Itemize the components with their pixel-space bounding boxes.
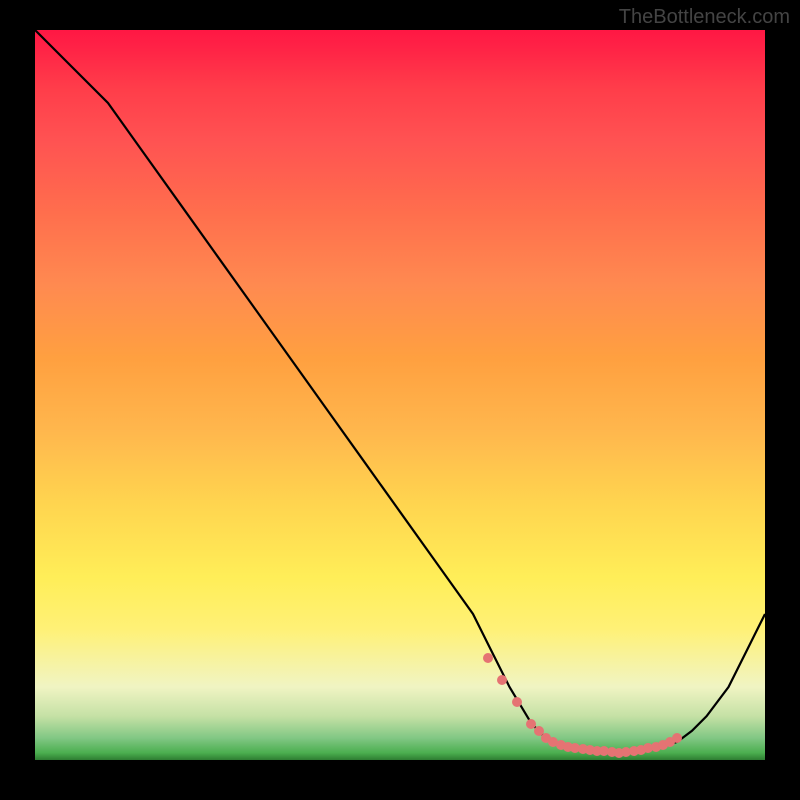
highlight-dot bbox=[512, 697, 522, 707]
watermark-text: TheBottleneck.com bbox=[619, 6, 790, 29]
highlight-dots-layer bbox=[35, 30, 765, 760]
highlight-dot bbox=[497, 675, 507, 685]
highlight-dot bbox=[483, 653, 493, 663]
highlight-dot bbox=[672, 733, 682, 743]
chart-plot-area bbox=[35, 30, 765, 760]
